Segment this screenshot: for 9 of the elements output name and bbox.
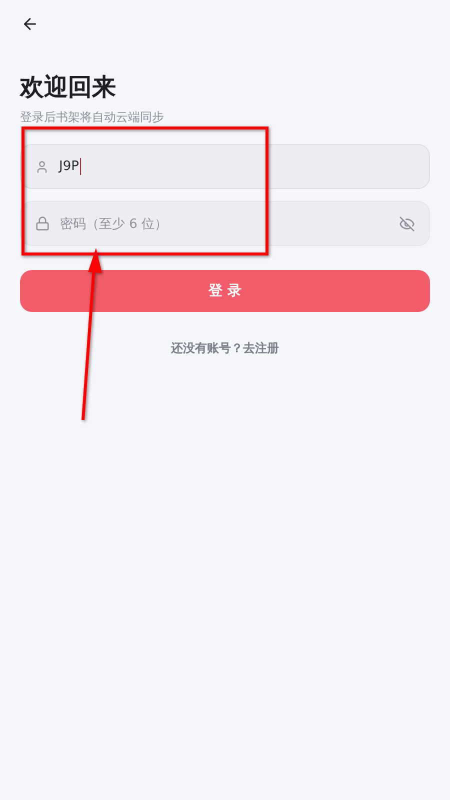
lock-icon xyxy=(35,216,50,231)
login-button[interactable]: 登 录 xyxy=(20,270,430,312)
page-title: 欢迎回来 xyxy=(20,72,117,102)
password-field[interactable]: 密码（至少 6 位） xyxy=(20,201,430,246)
page-subtitle: 登录后书架将自动云端同步 xyxy=(20,109,165,126)
user-icon xyxy=(35,160,49,174)
username-field[interactable]: J9P xyxy=(20,144,430,189)
register-link[interactable]: 还没有账号？去注册 xyxy=(171,340,279,357)
eye-slash-icon[interactable] xyxy=(399,216,415,232)
